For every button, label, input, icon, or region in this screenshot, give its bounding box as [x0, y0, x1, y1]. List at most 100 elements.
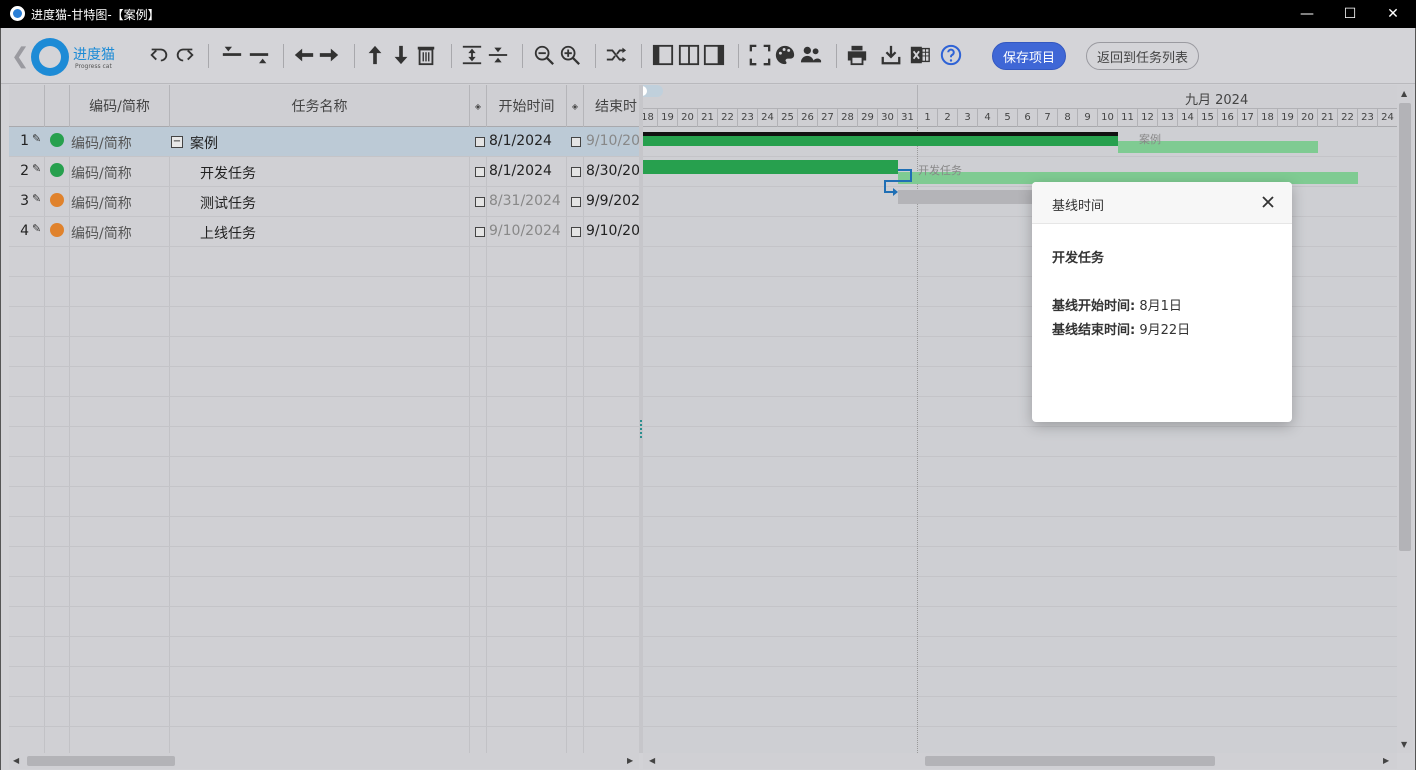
timeline-slider[interactable] — [643, 85, 663, 97]
grid-horizontal-scrollbar[interactable]: ◀ ▶ — [9, 753, 639, 769]
move-up-icon[interactable] — [362, 42, 388, 68]
row-task-name[interactable]: 案例 — [190, 133, 218, 153]
day-cell: 30 — [877, 109, 897, 127]
header-task-name[interactable]: 任务名称 — [170, 85, 470, 127]
table-row[interactable]: 1✎ 编码/简称 −案例 8/1/2024 9/10/202 — [9, 127, 639, 157]
download-icon[interactable] — [878, 42, 904, 68]
layout-split-icon[interactable] — [676, 42, 702, 68]
empty-row — [9, 307, 639, 337]
day-cell: 2 — [937, 109, 957, 127]
row-end-date[interactable]: 9/10/202 — [586, 133, 639, 149]
row-code[interactable]: 编码/简称 — [71, 223, 132, 243]
fullscreen-icon[interactable] — [747, 42, 773, 68]
header-end[interactable]: 结束时 — [584, 85, 639, 127]
users-icon[interactable] — [798, 42, 824, 68]
vertical-scrollbar[interactable]: ▲ ▼ — [1397, 85, 1413, 753]
scroll-right-icon[interactable]: ▶ — [1383, 756, 1389, 765]
start-checkbox[interactable] — [475, 137, 485, 147]
scroll-right-icon[interactable]: ▶ — [627, 756, 633, 765]
header-start-toggle[interactable]: ◈ — [470, 85, 487, 127]
row-start-date[interactable]: 8/1/2024 — [489, 133, 552, 149]
gantt-scroll-thumb[interactable] — [925, 756, 1215, 766]
end-checkbox[interactable] — [571, 137, 581, 147]
bar-test[interactable] — [898, 190, 1038, 204]
table-row[interactable]: 3✎ 编码/简称 测试任务 8/31/2024 9/9/2024 — [9, 187, 639, 217]
expand-rows-icon[interactable] — [459, 42, 485, 68]
indent-left-icon[interactable] — [219, 42, 245, 68]
zoom-out-icon[interactable] — [531, 42, 557, 68]
header-end-toggle[interactable]: ◈ — [567, 85, 584, 127]
start-checkbox[interactable] — [475, 167, 485, 177]
progress-bar-dev[interactable] — [643, 160, 898, 174]
palette-icon[interactable] — [772, 42, 798, 68]
table-row[interactable]: 4✎ 编码/简称 上线任务 9/10/2024 9/10/202 — [9, 217, 639, 247]
trash-icon[interactable] — [413, 42, 439, 68]
edit-pencil-icon[interactable]: ✎ — [32, 192, 41, 205]
redo-icon[interactable] — [172, 42, 198, 68]
arrow-left-icon[interactable] — [291, 42, 317, 68]
shuffle-icon[interactable] — [603, 42, 629, 68]
collapse-rows-icon[interactable] — [485, 42, 511, 68]
splitter-handle-icon[interactable] — [640, 420, 642, 438]
row-task-name[interactable]: 测试任务 — [200, 193, 256, 213]
grid-scroll-thumb[interactable] — [27, 756, 175, 766]
layout-right-icon[interactable] — [701, 42, 727, 68]
row-end-date[interactable]: 8/30/202 — [586, 163, 639, 179]
start-checkbox[interactable] — [475, 227, 485, 237]
undo-icon[interactable] — [146, 42, 172, 68]
row-code[interactable]: 编码/简称 — [71, 133, 132, 153]
row-end-date[interactable]: 9/10/202 — [586, 223, 639, 239]
zoom-in-icon[interactable] — [557, 42, 583, 68]
edit-pencil-icon[interactable]: ✎ — [32, 132, 41, 145]
slider-knob-icon[interactable] — [643, 86, 647, 96]
row-task-name[interactable]: 上线任务 — [200, 223, 256, 243]
row-number: 4 — [20, 223, 29, 239]
excel-icon[interactable] — [907, 42, 933, 68]
back-to-task-list-button[interactable]: 返回到任务列表 — [1086, 42, 1199, 70]
save-project-button[interactable]: 保存项目 — [992, 42, 1066, 70]
row-start-date[interactable]: 9/10/2024 — [489, 223, 561, 239]
row-start-date[interactable]: 8/31/2024 — [489, 193, 561, 209]
end-checkbox[interactable] — [571, 197, 581, 207]
baseline-dialog: 基线时间 开发任务 基线开始时间: 8月1日 基线结束时间: 9月22日 — [1032, 182, 1292, 422]
row-code[interactable]: 编码/简称 — [71, 193, 132, 213]
scroll-left-icon[interactable]: ◀ — [13, 756, 19, 765]
empty-row — [9, 397, 639, 427]
row-start-date[interactable]: 8/1/2024 — [489, 163, 552, 179]
table-row[interactable]: 2✎ 编码/简称 开发任务 8/1/2024 8/30/202 — [9, 157, 639, 187]
help-icon[interactable] — [938, 42, 964, 68]
logo[interactable]: ❮ 进度猫 Progress cat — [11, 36, 121, 78]
print-icon[interactable] — [844, 42, 870, 68]
close-icon[interactable] — [1258, 192, 1278, 212]
vertical-scroll-thumb[interactable] — [1399, 103, 1411, 551]
edit-pencil-icon[interactable]: ✎ — [32, 222, 41, 235]
header-code[interactable]: 编码/简称 — [70, 85, 170, 127]
row-end-date[interactable]: 9/9/2024 — [586, 193, 639, 209]
scroll-up-icon[interactable]: ▲ — [1401, 89, 1407, 98]
end-checkbox[interactable] — [571, 167, 581, 177]
bar-label-case: 案例 — [1139, 133, 1161, 146]
collapse-toggle-icon[interactable]: − — [171, 136, 183, 148]
close-window-button[interactable]: ✕ — [1370, 0, 1416, 28]
edit-pencil-icon[interactable]: ✎ — [32, 162, 41, 175]
gantt-horizontal-scrollbar[interactable]: ◀ ▶ — [643, 753, 1397, 769]
maximize-button[interactable]: ☐ — [1327, 0, 1373, 28]
row-task-name[interactable]: 开发任务 — [200, 163, 256, 183]
scroll-down-icon[interactable]: ▼ — [1401, 740, 1407, 749]
move-down-icon[interactable] — [388, 42, 414, 68]
minimize-button[interactable]: — — [1284, 0, 1330, 28]
progress-bar-case[interactable] — [643, 136, 1118, 146]
end-checkbox[interactable] — [571, 227, 581, 237]
title-bar: 进度猫-甘特图-【案例】 — ☐ ✕ — [0, 0, 1416, 28]
day-cell: 18 — [643, 109, 657, 127]
header-start[interactable]: 开始时间 — [487, 85, 567, 127]
indent-right-icon[interactable] — [246, 42, 272, 68]
day-cell: 16 — [1217, 109, 1237, 127]
arrow-right-icon[interactable] — [316, 42, 342, 68]
row-code[interactable]: 编码/简称 — [71, 163, 132, 183]
scroll-left-icon[interactable]: ◀ — [649, 756, 655, 765]
start-checkbox[interactable] — [475, 197, 485, 207]
layout-left-icon[interactable] — [650, 42, 676, 68]
day-cell: 9 — [1077, 109, 1097, 127]
back-chevron-icon[interactable]: ❮ — [11, 44, 29, 69]
